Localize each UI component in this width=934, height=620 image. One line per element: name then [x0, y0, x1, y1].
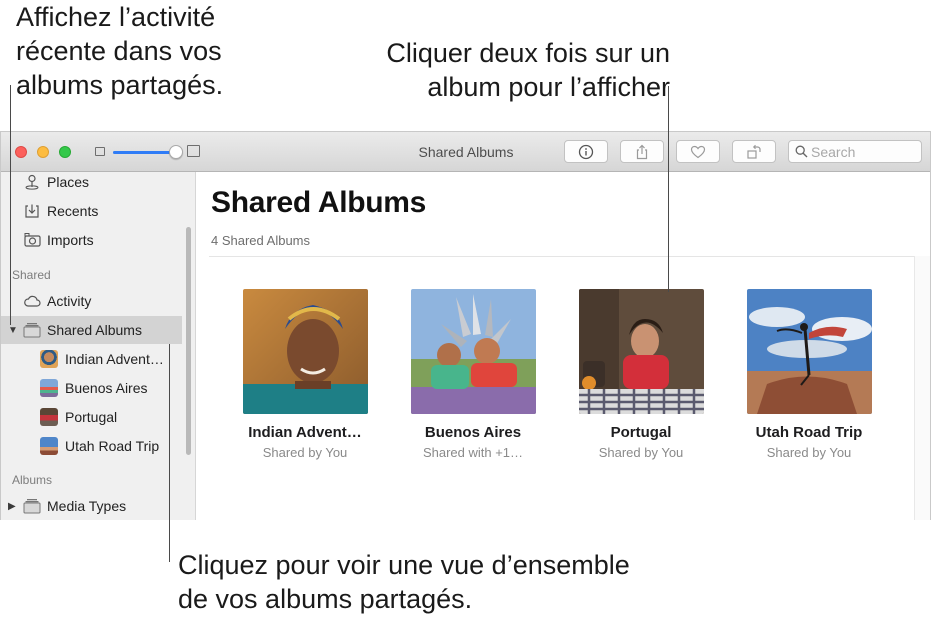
callout-leader-line — [10, 85, 11, 325]
share-icon — [636, 144, 648, 159]
album-tile-utah-road-trip[interactable]: Utah Road Trip Shared by You — [724, 289, 894, 460]
sidebar-item-imports[interactable]: Imports — [1, 226, 182, 254]
minimize-window-button[interactable] — [37, 146, 49, 158]
album-stack-icon — [23, 321, 41, 339]
album-owner: Shared by You — [766, 445, 852, 460]
album-stack-icon — [23, 497, 41, 515]
main-content: Shared Albums 4 Shared Albums Indian Adv… — [197, 172, 930, 520]
album-cover-image[interactable] — [410, 289, 536, 414]
info-button[interactable] — [564, 140, 608, 163]
page-title: Shared Albums — [211, 186, 427, 219]
zoom-slider-fill — [113, 151, 174, 154]
sidebar-item-label: Utah Road Trip — [65, 438, 160, 454]
album-count: 4 Shared Albums — [211, 233, 311, 248]
album-thumbnail-icon — [40, 379, 58, 397]
search-input[interactable] — [811, 143, 919, 160]
sidebar-item-label: Buenos Aires — [65, 380, 148, 396]
zoom-slider[interactable] — [113, 151, 177, 154]
sidebar-item-utah-road-trip[interactable]: Utah Road Trip — [1, 432, 182, 460]
album-title: Portugal — [610, 424, 672, 441]
recents-icon — [23, 202, 41, 220]
sidebar-item-portugal[interactable]: Portugal — [1, 403, 182, 431]
sidebar-item-label: Activity — [47, 293, 92, 309]
window-title: Shared Albums — [418, 144, 514, 160]
sidebar-item-places[interactable]: Places — [1, 168, 182, 196]
photos-window: Shared Albums Search Places Recents Impo… — [0, 131, 931, 520]
sidebar-item-shared-albums[interactable]: ▼ Shared Albums — [1, 316, 182, 344]
sidebar-item-label: Imports — [47, 232, 94, 248]
callout-leader-line — [169, 344, 170, 562]
pin-icon — [23, 173, 41, 191]
album-title: Indian Advent… — [248, 424, 362, 441]
header-divider — [209, 256, 914, 257]
callout-leader-line — [668, 86, 669, 292]
sidebar-section-albums: Albums — [12, 473, 53, 487]
search-field[interactable] — [788, 140, 922, 163]
album-owner: Shared by You — [262, 445, 348, 460]
zoom-out-icon[interactable] — [95, 147, 105, 156]
sidebar-item-buenos-aires[interactable]: Buenos Aires — [1, 374, 182, 402]
disclosure-triangle-down-icon[interactable]: ▼ — [8, 325, 18, 336]
search-icon — [795, 145, 808, 158]
sidebar-item-label: Places — [47, 174, 90, 190]
album-tile-portugal[interactable]: Portugal Shared by You — [556, 289, 726, 460]
sidebar-item-indian-adventure[interactable]: Indian Advent… — [1, 345, 182, 373]
album-tile-indian-adventure[interactable]: Indian Advent… Shared by You — [220, 289, 390, 460]
callout-overview: Cliquez pour voir une vue d’ensemble de … — [178, 550, 630, 614]
album-title: Utah Road Trip — [755, 424, 863, 441]
sidebar-item-label: Indian Advent… — [65, 351, 164, 367]
sidebar: Places Recents Imports Shared Activity ▼… — [1, 172, 196, 520]
fullscreen-window-button[interactable] — [59, 146, 71, 158]
sidebar-item-label: Media Types — [47, 498, 127, 514]
share-button[interactable] — [620, 140, 664, 163]
album-owner: Shared by You — [598, 445, 684, 460]
album-title: Buenos Aires — [424, 424, 522, 441]
album-thumbnail-icon — [40, 408, 58, 426]
heart-icon — [690, 145, 706, 158]
album-cover-image[interactable] — [746, 289, 872, 414]
album-thumbnail-icon — [40, 350, 58, 368]
album-thumbnail-icon — [40, 437, 58, 455]
info-icon — [578, 144, 594, 159]
zoom-slider-knob[interactable] — [169, 145, 183, 159]
rotate-button[interactable] — [732, 140, 776, 163]
sidebar-item-activity[interactable]: Activity — [1, 287, 182, 315]
camera-icon — [23, 231, 41, 249]
sidebar-item-label: Recents — [47, 203, 99, 219]
sidebar-scrollbar[interactable] — [186, 227, 191, 455]
disclosure-triangle-right-icon[interactable]: ▶ — [8, 501, 16, 512]
album-cover-image[interactable] — [578, 289, 704, 414]
close-window-button[interactable] — [15, 146, 27, 158]
rotate-icon — [747, 144, 761, 159]
album-cover-image[interactable] — [242, 289, 368, 414]
favorite-button[interactable] — [676, 140, 720, 163]
title-bar: Shared Albums — [1, 132, 930, 172]
album-owner: Shared with +1… — [422, 445, 524, 460]
album-tile-buenos-aires[interactable]: Buenos Aires Shared with +1… — [388, 289, 558, 460]
main-scrollbar[interactable] — [914, 256, 930, 520]
callout-activity: Affichez l’activité récente dans vos alb… — [16, 2, 224, 100]
sidebar-item-label: Shared Albums — [47, 322, 142, 338]
sidebar-item-media-types[interactable]: ▶ Media Types — [1, 492, 182, 520]
callout-open-album: Cliquer deux fois sur un album pour l’af… — [386, 38, 670, 102]
sidebar-item-label: Portugal — [65, 409, 118, 425]
zoom-in-icon[interactable] — [187, 145, 200, 157]
sidebar-item-recents[interactable]: Recents — [1, 197, 182, 225]
sidebar-section-shared: Shared — [12, 268, 51, 282]
cloud-icon — [23, 292, 41, 310]
